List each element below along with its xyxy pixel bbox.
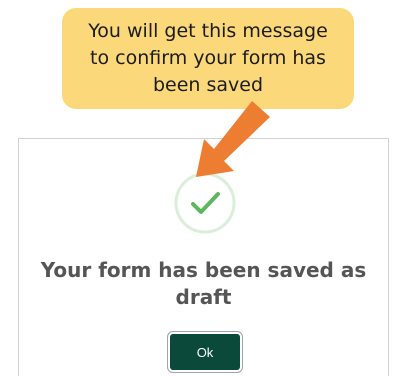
pointer-arrow-icon	[196, 101, 270, 177]
callout-text: You will get this message to confirm you…	[88, 20, 328, 96]
screenshot-stage: You will get this message to confirm you…	[0, 0, 398, 376]
ok-button[interactable]: Ok	[170, 334, 240, 370]
annotation-callout: You will get this message to confirm you…	[62, 8, 354, 109]
dialog-message: Your form has been saved as draft	[40, 258, 367, 309]
